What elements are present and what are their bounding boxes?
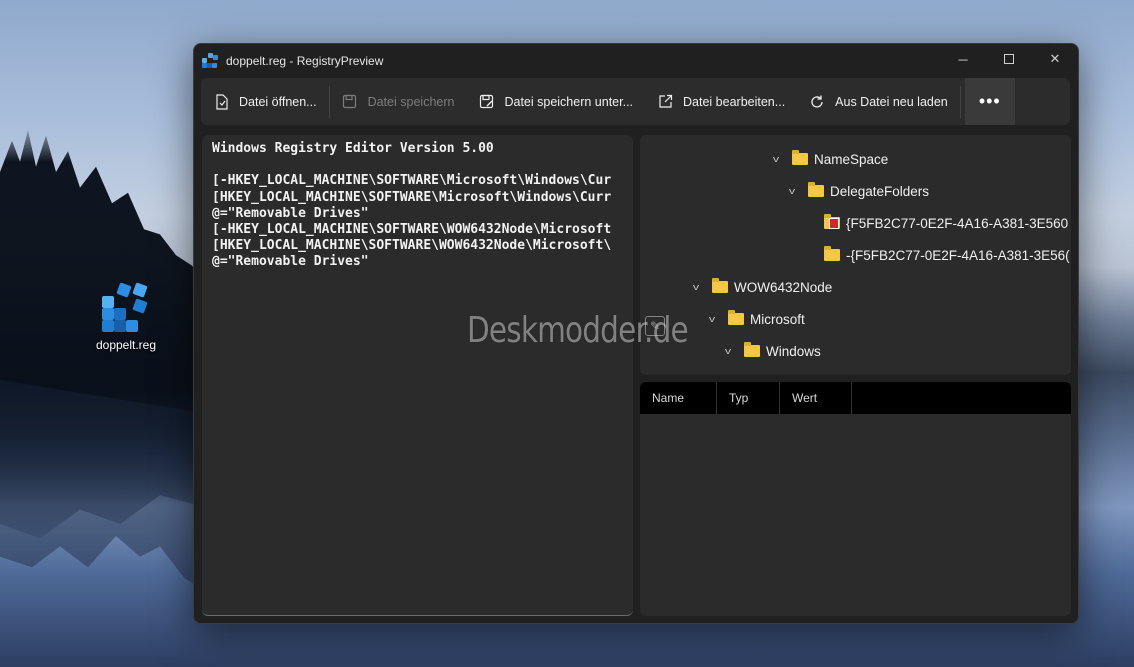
more-options-button[interactable]: ••• (964, 78, 1015, 125)
refresh-icon (809, 94, 825, 110)
folder-icon (808, 182, 824, 197)
tree-item-label: -{F5FB2C77-0E2F-4A16-A381-3E56( (846, 247, 1070, 263)
open-file-icon (213, 93, 229, 110)
save-file-label: Datei speichern (367, 94, 455, 109)
maximize-button[interactable] (986, 44, 1032, 74)
chevron-down-icon[interactable]: v (768, 154, 785, 164)
folder-icon (712, 278, 728, 293)
values-table[interactable]: Name Typ Wert (640, 382, 1071, 616)
desktop-icon-label: doppelt.reg (95, 338, 157, 352)
more-icon: ••• (978, 91, 1001, 111)
registry-tree-view[interactable]: v NameSpace v DelegateFolders {F5FB2C77-… (640, 135, 1071, 375)
tree-item-guid[interactable]: -{F5FB2C77-0E2F-4A16-A381-3E56( (814, 239, 1070, 271)
tree-item-windows[interactable]: v Windows (722, 335, 821, 367)
folder-icon (744, 342, 760, 357)
save-as-icon (478, 94, 494, 110)
open-file-button[interactable]: Datei öffnen... (201, 78, 329, 125)
tree-item-label: Microsoft (750, 311, 805, 327)
tree-item-label: DelegateFolders (830, 183, 930, 199)
folder-icon (792, 150, 808, 165)
chevron-down-icon[interactable]: v (720, 346, 737, 356)
registry-file-icon (100, 282, 152, 334)
desktop-icon-doppelt-reg[interactable]: doppelt.reg (90, 282, 162, 352)
save-as-label: Datei speichern unter... (504, 94, 634, 109)
tree-item-label: NameSpace (814, 151, 889, 167)
app-icon (202, 53, 218, 69)
chevron-down-icon[interactable]: v (784, 186, 801, 196)
tree-item-label: WOW6432Node (734, 279, 833, 295)
save-icon (342, 94, 358, 110)
tree-item-label: {F5FB2C77-0E2F-4A16-A381-3E560 (846, 215, 1069, 231)
save-file-button[interactable]: Datei speichern (330, 78, 467, 125)
reload-file-label: Aus Datei neu laden (835, 94, 948, 109)
tree-item-guid-deleted[interactable]: {F5FB2C77-0E2F-4A16-A381-3E560 (814, 207, 1068, 239)
open-external-icon (657, 94, 673, 110)
registry-text-editor[interactable]: Windows Registry Editor Version 5.00 [-H… (202, 135, 633, 616)
save-as-button[interactable]: Datei speichern unter... (466, 78, 645, 125)
desktop-wallpaper-treeline (0, 130, 200, 588)
close-button[interactable]: ✕ (1032, 44, 1078, 74)
editor-content[interactable]: Windows Registry Editor Version 5.00 [-H… (212, 141, 623, 271)
folder-icon (824, 246, 840, 261)
minimize-button[interactable]: ─ (940, 44, 986, 74)
command-bar: Datei öffnen... Datei speichern Datei sp… (201, 78, 1070, 125)
tree-item-delegatefolders[interactable]: v DelegateFolders (786, 175, 929, 207)
tree-item-label: Windows (766, 343, 821, 359)
column-header-name[interactable]: Name (640, 382, 717, 414)
toolbar-separator (959, 85, 961, 118)
minimize-icon: ─ (958, 51, 968, 67)
title-bar[interactable]: doppelt.reg - RegistryPreview ─ ✕ (194, 44, 1078, 78)
tree-item-wow6432node[interactable]: v WOW6432Node (690, 271, 832, 303)
window-controls: ─ ✕ (940, 44, 1078, 74)
chevron-down-icon[interactable]: v (688, 282, 705, 292)
close-icon: ✕ (1049, 51, 1061, 66)
edit-file-label: Datei bearbeiten... (683, 94, 786, 109)
column-header-value[interactable]: Wert (780, 382, 852, 414)
brush-icon: ✎ (645, 316, 665, 336)
edit-file-button[interactable]: Datei bearbeiten... (645, 78, 797, 125)
folder-deleted-icon (824, 214, 840, 229)
window-title: doppelt.reg - RegistryPreview (226, 54, 384, 68)
chevron-down-icon[interactable]: v (704, 314, 721, 324)
maximize-icon (1004, 54, 1014, 64)
column-header-type[interactable]: Typ (717, 382, 780, 414)
folder-icon (728, 310, 744, 325)
reload-file-button[interactable]: Aus Datei neu laden (797, 78, 960, 125)
tree-item-microsoft[interactable]: v Microsoft (706, 303, 805, 335)
values-table-header: Name Typ Wert (640, 382, 1071, 414)
open-file-label: Datei öffnen... (239, 94, 317, 109)
tree-item-namespace[interactable]: v NameSpace (770, 143, 888, 175)
